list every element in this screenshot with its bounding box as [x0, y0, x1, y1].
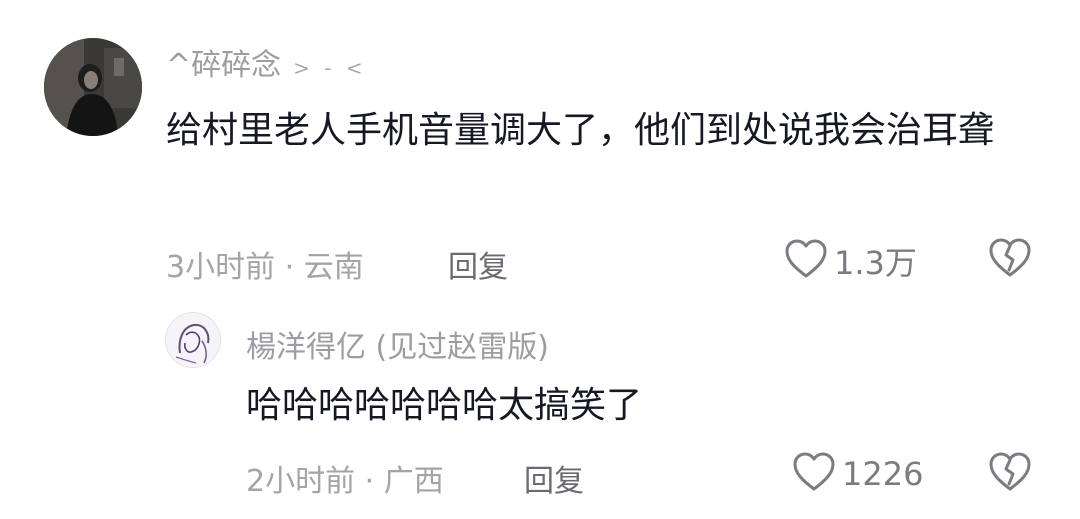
username-text: ^碎碎念: [166, 48, 282, 83]
like-button[interactable]: 1226: [792, 452, 923, 496]
comment-location: 云南: [303, 250, 364, 285]
heart-outline-icon: [792, 452, 836, 496]
avatar[interactable]: [165, 312, 221, 368]
dislike-button[interactable]: [988, 238, 1032, 282]
reply-button[interactable]: 回复: [524, 456, 584, 500]
avatar-photo: [44, 38, 142, 136]
broken-heart-icon: [988, 452, 1032, 496]
comment-meta: 3小时前 · 云南: [166, 250, 364, 285]
avatar-photo: [166, 313, 220, 367]
comment-time: 3小时前: [166, 250, 276, 285]
reply-button[interactable]: 回复: [448, 242, 508, 286]
dislike-button[interactable]: [988, 452, 1032, 496]
heart-outline-icon: [784, 239, 828, 283]
comment-location: 广西: [383, 464, 444, 499]
broken-heart-icon: [988, 238, 1032, 282]
like-button[interactable]: 1.3万: [784, 238, 917, 284]
comment-text: 给村里老人手机音量调大了，他们到处说我会治耳聋: [166, 110, 995, 151]
avatar[interactable]: [44, 38, 142, 136]
username[interactable]: ^碎碎念 > - <: [166, 40, 367, 84]
comment-time: 2小时前: [246, 464, 356, 499]
comment-text: 哈哈哈哈哈哈哈太搞笑了: [246, 385, 643, 426]
like-count: 1.3万: [834, 244, 917, 282]
comment-meta: 2小时前 · 广西: [246, 464, 444, 499]
like-count: 1226: [842, 455, 924, 493]
username[interactable]: 楊洋得亿 (见过赵雷版): [246, 322, 549, 366]
username-tag: > - <: [293, 56, 367, 80]
